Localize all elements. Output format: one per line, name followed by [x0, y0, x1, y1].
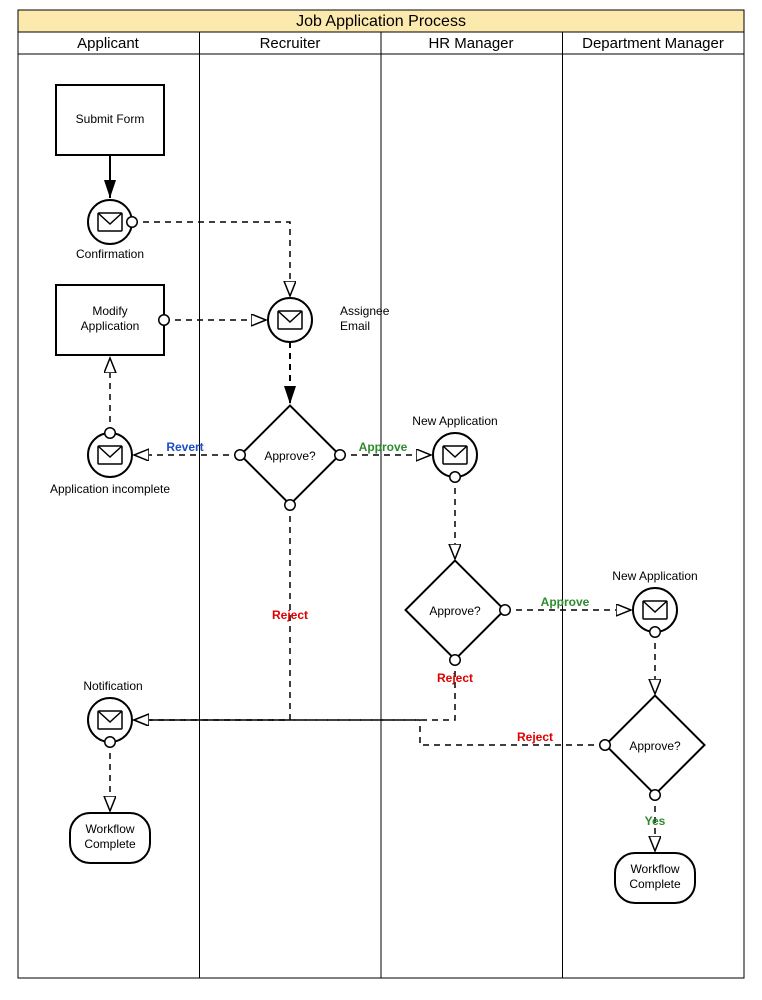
- event-confirmation: Confirmation: [76, 200, 144, 261]
- event-notification: Notification: [83, 679, 142, 742]
- lane-label-1: Recruiter: [260, 35, 321, 52]
- gateway-approve-dept-label: Approve?: [629, 739, 681, 753]
- end-workflow-complete-applicant-label1: Workflow: [85, 822, 134, 836]
- gateway-approve-hr-label: Approve?: [429, 604, 481, 618]
- end-workflow-complete-dept-label1: Workflow: [630, 862, 679, 876]
- event-app-incomplete: Application incomplete: [50, 433, 170, 496]
- edge-revert-label: Revert: [166, 440, 203, 454]
- gateway-approve-hr: Approve?: [406, 561, 505, 660]
- event-notification-label: Notification: [83, 679, 142, 693]
- lane-label-2: HR Manager: [428, 35, 513, 52]
- end-workflow-complete-dept: Workflow Complete: [615, 853, 695, 903]
- edge-reject-c-label: Reject: [517, 730, 553, 744]
- gateway-approve-recruiter: Approve?: [241, 406, 340, 505]
- event-assignee-email-label2: Email: [340, 319, 370, 333]
- diagram-canvas: Job Application Process Applicant Recrui…: [0, 0, 762, 1000]
- event-assignee-email-label1: Assignee: [340, 304, 390, 318]
- gateway-approve-recruiter-label: Approve?: [264, 449, 316, 463]
- event-new-app-hr: New Application: [412, 414, 497, 477]
- lane-label-3: Department Manager: [582, 35, 724, 52]
- event-new-app-hr-label: New Application: [412, 414, 497, 428]
- event-assignee-email: Assignee Email: [268, 298, 390, 342]
- task-modify-application-label2: Application: [81, 319, 140, 333]
- edge-yes-label: Yes: [645, 814, 666, 828]
- event-new-app-dept-label: New Application: [612, 569, 697, 583]
- end-workflow-complete-applicant-label2: Complete: [84, 837, 136, 851]
- task-submit-form-label: Submit Form: [76, 112, 145, 126]
- edge-reject-b-label: Reject: [437, 671, 473, 685]
- event-app-incomplete-label: Application incomplete: [50, 482, 170, 496]
- edge-reject-b: [134, 660, 455, 720]
- event-confirmation-label: Confirmation: [76, 247, 144, 261]
- end-workflow-complete-applicant: Workflow Complete: [70, 813, 150, 863]
- end-workflow-complete-dept-label2: Complete: [629, 877, 681, 891]
- diagram-title: Job Application Process: [296, 13, 466, 30]
- lane-label-0: Applicant: [77, 35, 140, 52]
- event-new-app-dept: New Application: [612, 569, 697, 632]
- gateway-approve-dept: Approve?: [606, 696, 705, 795]
- edge-reject-a: [134, 505, 290, 720]
- edge-reject-a-label: Reject: [272, 608, 308, 622]
- edge-approve-b-label: Approve: [541, 595, 590, 609]
- edge-approve-a-label: Approve: [359, 440, 408, 454]
- task-modify-application-label1: Modify: [92, 304, 127, 318]
